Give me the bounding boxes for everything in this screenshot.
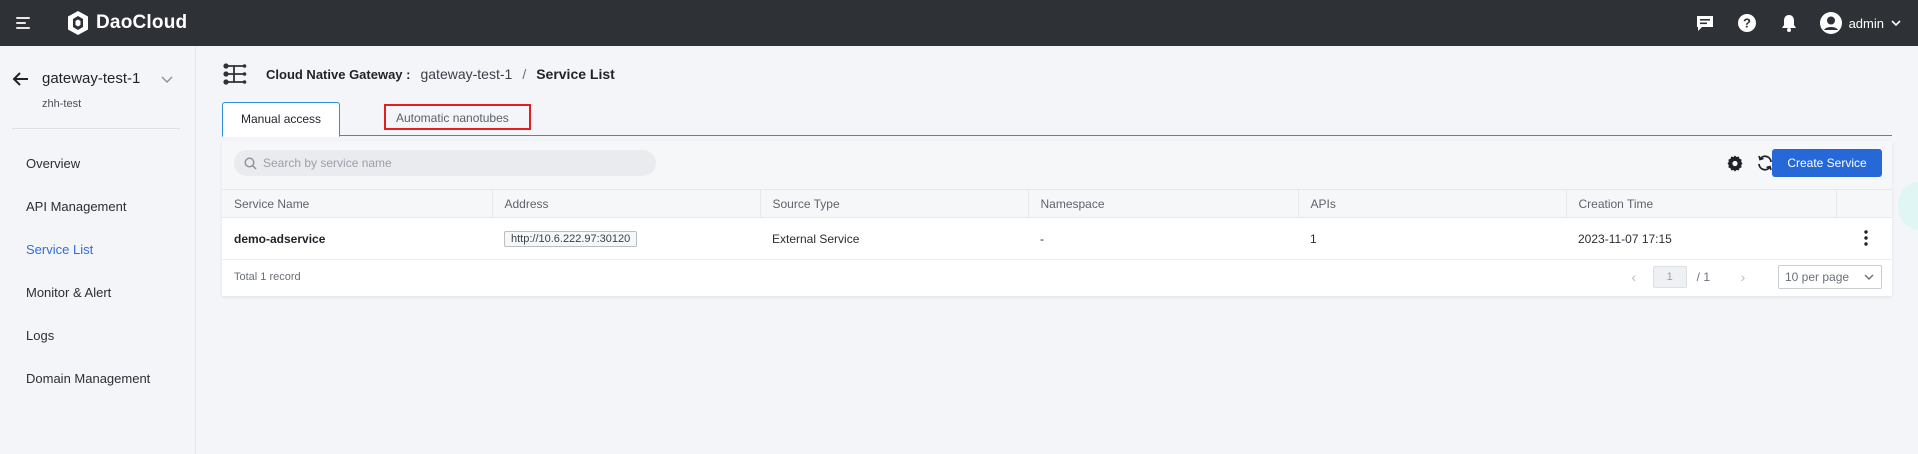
column-header-address[interactable]: Address bbox=[492, 189, 761, 218]
sidebar-item-monitor-alert[interactable]: Monitor & Alert bbox=[0, 271, 196, 314]
settings-gear-icon[interactable] bbox=[1726, 154, 1744, 172]
daocloud-logo-icon bbox=[68, 11, 88, 35]
breadcrumb-current-page: Service List bbox=[536, 66, 615, 82]
sidebar-nav: Overview API Management Service List Mon… bbox=[0, 142, 196, 400]
table-header-row: Service Name Address Source Type Namespa… bbox=[222, 189, 1892, 218]
cell-namespace: - bbox=[1028, 217, 1298, 260]
column-header-service-name[interactable]: Service Name bbox=[222, 189, 493, 218]
table-row: demo-adservice http://10.6.222.97:30120 … bbox=[222, 217, 1892, 260]
sidebar: gateway-test-1 zhh-test Overview API Man… bbox=[0, 46, 196, 454]
gateway-title: gateway-test-1 bbox=[42, 70, 141, 87]
column-header-actions bbox=[1836, 189, 1892, 218]
service-table-card: Create Service Service Name Address Sour… bbox=[222, 141, 1892, 296]
chevron-down-icon[interactable] bbox=[160, 72, 174, 86]
message-icon[interactable] bbox=[1693, 11, 1717, 35]
total-records: Total 1 record bbox=[234, 271, 301, 283]
sidebar-item-domain-management[interactable]: Domain Management bbox=[0, 357, 196, 400]
avatar-icon bbox=[1819, 12, 1842, 34]
page-size-value: 10 per page bbox=[1785, 270, 1850, 284]
page-input[interactable]: 1 bbox=[1652, 266, 1687, 288]
cell-source-type: External Service bbox=[760, 217, 1028, 260]
prev-page-icon[interactable]: ‹ bbox=[1625, 268, 1643, 286]
notification-bell-icon[interactable] bbox=[1777, 11, 1801, 35]
cell-service-name[interactable]: demo-adservice bbox=[222, 217, 492, 260]
search-input[interactable] bbox=[263, 156, 643, 170]
total-pages: / 1 bbox=[1696, 270, 1710, 284]
tab-automatic-nanotubes[interactable]: Automatic nanotubes bbox=[378, 102, 527, 137]
search-icon bbox=[244, 156, 257, 169]
pagination: ‹ 1 / 1 › 10 per page bbox=[1625, 265, 1882, 289]
breadcrumb-separator: / bbox=[522, 66, 527, 82]
sidebar-item-overview[interactable]: Overview bbox=[0, 142, 196, 185]
create-service-button[interactable]: Create Service bbox=[1772, 149, 1882, 177]
sidebar-item-service-list[interactable]: Service List bbox=[0, 228, 196, 271]
floating-assistant-button[interactable] bbox=[1898, 182, 1918, 230]
tab-bar: Manual access Automatic nanotubes bbox=[222, 102, 1892, 137]
more-actions-icon[interactable] bbox=[1856, 228, 1876, 248]
table-footer: Total 1 record ‹ 1 / 1 › 10 per page bbox=[222, 259, 1892, 296]
svg-text:?: ? bbox=[1743, 16, 1751, 31]
back-arrow-icon[interactable] bbox=[12, 70, 30, 88]
cell-address: http://10.6.222.97:30120 bbox=[492, 217, 760, 260]
gateway-namespace: zhh-test bbox=[42, 98, 82, 110]
column-header-apis[interactable]: APIs bbox=[1298, 189, 1567, 218]
breadcrumb-gateway-label: Cloud Native Gateway : bbox=[266, 66, 411, 82]
username: admin bbox=[1848, 15, 1884, 31]
column-header-source-type[interactable]: Source Type bbox=[760, 189, 1029, 218]
hamburger-menu-icon[interactable] bbox=[14, 13, 34, 33]
table-toolbar: Create Service bbox=[222, 141, 1892, 189]
cell-creation-time: 2023-11-07 17:15 bbox=[1566, 217, 1836, 260]
next-page-icon[interactable]: › bbox=[1734, 268, 1752, 286]
sidebar-item-api-management[interactable]: API Management bbox=[0, 185, 196, 228]
daocloud-logo[interactable]: DaoCloud bbox=[66, 10, 187, 36]
chevron-down-icon bbox=[1891, 20, 1901, 27]
main-content: Cloud Native Gateway : gateway-test-1 / … bbox=[196, 46, 1918, 454]
cell-apis: 1 bbox=[1298, 217, 1566, 260]
breadcrumb-gateway-name[interactable]: gateway-test-1 bbox=[420, 66, 512, 82]
sidebar-item-logs[interactable]: Logs bbox=[0, 314, 196, 357]
address-tag[interactable]: http://10.6.222.97:30120 bbox=[504, 230, 638, 247]
service-table: Service Name Address Source Type Namespa… bbox=[222, 189, 1892, 260]
cell-actions bbox=[1836, 217, 1892, 260]
sidebar-divider bbox=[12, 128, 180, 129]
column-header-creation-time[interactable]: Creation Time bbox=[1566, 189, 1837, 218]
search-box bbox=[234, 150, 656, 176]
user-menu[interactable]: admin bbox=[1819, 11, 1902, 35]
top-bar: DaoCloud ? admin bbox=[0, 0, 1918, 46]
tab-manual-access[interactable]: Manual access bbox=[222, 102, 341, 137]
page-size-select[interactable]: 10 per page bbox=[1778, 265, 1882, 289]
help-icon[interactable]: ? bbox=[1735, 11, 1759, 35]
gateway-icon bbox=[223, 63, 247, 85]
brand-name: DaoCloud bbox=[96, 12, 188, 33]
chevron-down-icon bbox=[1864, 274, 1874, 280]
breadcrumb: Cloud Native Gateway : gateway-test-1 / … bbox=[222, 62, 615, 86]
column-header-namespace[interactable]: Namespace bbox=[1028, 189, 1299, 218]
